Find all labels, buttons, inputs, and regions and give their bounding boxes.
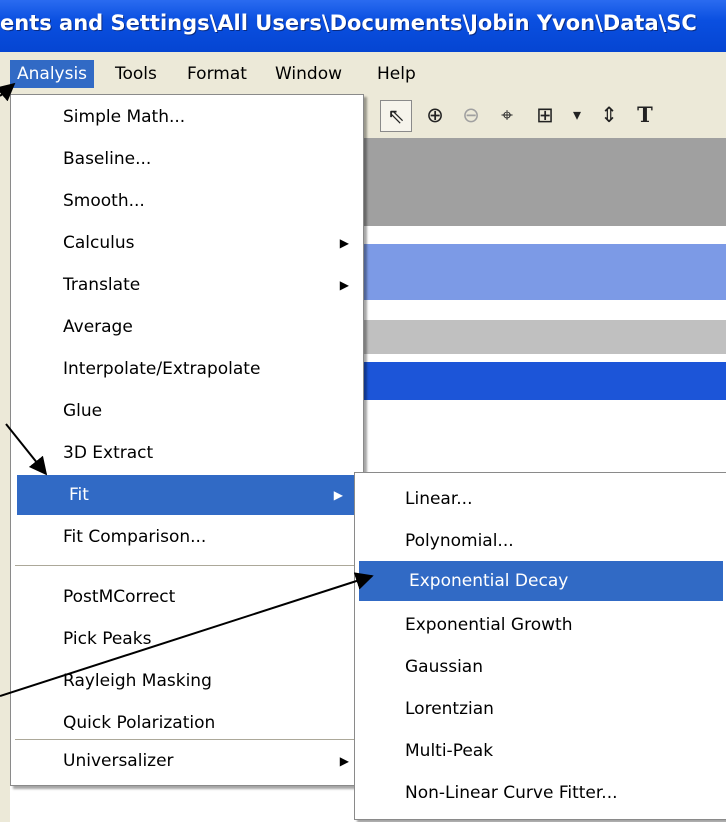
- annotation-arrows: [0, 82, 374, 697]
- annotation-arrow-fit: [5, 423, 48, 476]
- annotation-arrow-analysis: [0, 82, 16, 102]
- annotation-arrow-exponential-decay: [0, 572, 374, 697]
